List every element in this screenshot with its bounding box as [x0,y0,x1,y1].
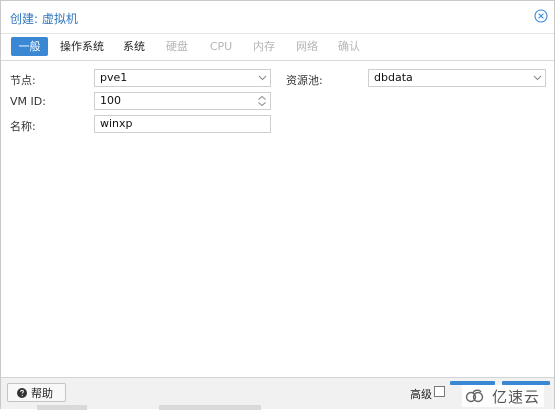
node-label: 节点: [10,74,36,87]
tab-os-label: 操作系统 [60,40,104,53]
create-vm-dialog: 创建: 虚拟机 一般 操作系统 系统 硬盘 CPU 内存 网络 确认 节点: p… [0,0,555,410]
help-button[interactable]: 帮助 [7,383,66,402]
vmid-label: VM ID: [10,95,46,108]
tab-memory-label: 内存 [253,40,275,53]
footer-edge-text [37,405,87,410]
wizard-tab-bar: 一般 操作系统 系统 硬盘 CPU 内存 网络 确认 [1,34,554,61]
tab-network-label: 网络 [296,40,318,53]
tab-system[interactable]: 系统 [119,37,149,56]
watermark-text: 亿速云 [492,387,541,406]
chevron-down-icon [533,75,541,81]
close-icon[interactable] [534,9,548,23]
watermark: 亿速云 [462,385,545,407]
pool-value: dbdata [374,71,413,84]
node-dropdown-trigger[interactable] [254,70,270,86]
tab-memory: 内存 [249,37,279,56]
tab-confirm: 确认 [334,37,364,56]
dialog-titlebar: 创建: 虚拟机 [1,1,554,34]
dialog-title: 创建: 虚拟机 [10,12,78,26]
tab-general[interactable]: 一般 [11,37,48,56]
tab-system-label: 系统 [123,40,145,53]
advanced-label: 高级 [410,388,432,401]
pool-select[interactable]: dbdata [368,69,546,87]
name-label: 名称: [10,120,36,133]
node-value: pve1 [100,71,128,84]
tab-cpu: CPU [206,37,236,56]
help-button-label: 帮助 [31,386,53,400]
pool-dropdown-trigger[interactable] [529,70,545,86]
pool-label: 资源池: [286,74,323,87]
advanced-checkbox[interactable] [434,386,445,397]
tab-cpu-label: CPU [209,40,233,53]
question-circle-icon [17,387,27,398]
vmid-value: 100 [100,94,121,107]
node-select[interactable]: pve1 [94,69,271,87]
cloud-logo-icon [465,389,484,403]
tab-hard-disk-label: 硬盘 [166,40,188,53]
tab-network: 网络 [292,37,322,56]
spinner-arrows-icon[interactable] [256,94,268,108]
footer-edge-text [159,405,261,410]
name-value: winxp [100,117,133,130]
tab-general-label: 一般 [18,40,41,53]
tab-confirm-label: 确认 [338,40,360,53]
tab-hard-disk: 硬盘 [162,37,192,56]
tab-os[interactable]: 操作系统 [57,37,107,56]
vmid-spinner-field[interactable]: 100 [94,92,271,110]
name-input[interactable]: winxp [94,115,271,133]
chevron-down-icon [258,75,266,81]
